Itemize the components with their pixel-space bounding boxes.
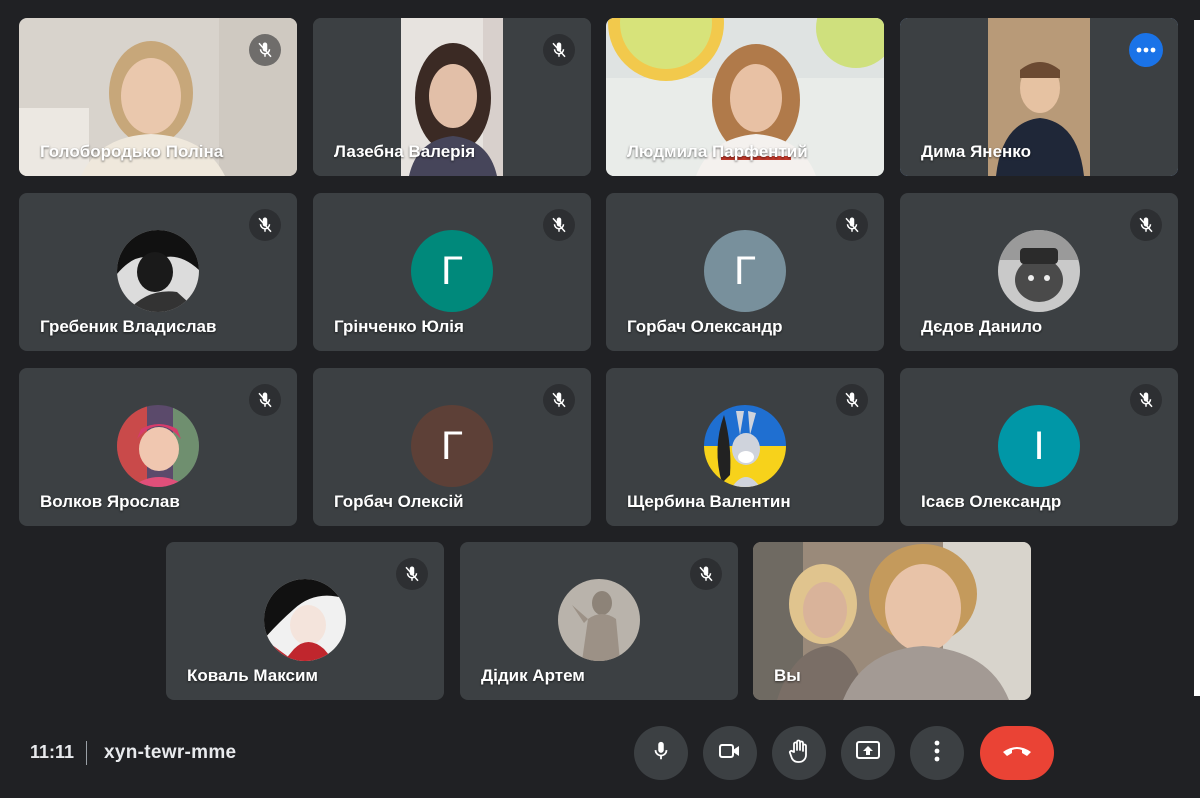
participant-name: Горбач Олександр xyxy=(627,317,783,336)
bottom-toolbar: 11:11 xyn-tewr-mme xyxy=(0,710,1200,798)
mic-muted-icon xyxy=(396,558,428,590)
participant-name: Горбач Олексій xyxy=(334,492,464,511)
participant-tile[interactable]: Лазебна Валерія xyxy=(313,18,591,176)
divider xyxy=(86,741,87,765)
mic-muted-icon xyxy=(836,384,868,416)
participant-name: Щербина Валентин xyxy=(627,492,791,511)
participant-name: Голобородько Поліна xyxy=(40,142,224,161)
microphone-button[interactable] xyxy=(634,726,688,780)
avatar xyxy=(117,405,199,487)
mic-muted-icon xyxy=(249,34,281,66)
participant-tile[interactable]: Г Горбач Олексій xyxy=(313,368,591,526)
avatar-initial: Г xyxy=(411,405,493,487)
participant-tile[interactable]: Людмила Парфентий xyxy=(606,18,884,176)
avatar-letter: Г xyxy=(734,248,756,293)
mic-muted-icon xyxy=(1130,384,1162,416)
participant-tile[interactable]: Г Горбач Олександр xyxy=(606,193,884,351)
avatar xyxy=(998,230,1080,312)
participant-tile[interactable]: Щербина Валентин xyxy=(606,368,884,526)
avatar xyxy=(558,579,640,661)
participant-tile[interactable]: Коваль Максим xyxy=(166,542,444,700)
participant-name: Дима Яненко xyxy=(921,142,1031,161)
raise-hand-icon xyxy=(787,738,811,769)
camera-icon xyxy=(718,740,742,767)
avatar xyxy=(704,405,786,487)
participant-name: Волков Ярослав xyxy=(40,492,180,511)
avatar-letter: І xyxy=(1033,423,1045,468)
scrollbar-edge xyxy=(1194,20,1200,696)
mic-muted-icon xyxy=(249,384,281,416)
avatar-initial: Г xyxy=(704,230,786,312)
meeting-code[interactable]: xyn-tewr-mme xyxy=(104,742,236,764)
present-screen-button[interactable] xyxy=(841,726,895,780)
participant-name: Дідик Артем xyxy=(481,666,585,685)
participant-name-self: Вы xyxy=(774,666,801,685)
participant-tile[interactable]: Дідик Артем xyxy=(460,542,738,700)
self-view-tile[interactable]: Вы xyxy=(753,542,1031,700)
camera-button[interactable] xyxy=(703,726,757,780)
avatar xyxy=(117,230,199,312)
avatar-initial: І xyxy=(998,405,1080,487)
avatar-letter: Г xyxy=(441,248,463,293)
mic-muted-icon xyxy=(690,558,722,590)
mic-muted-icon xyxy=(836,209,868,241)
participant-tile[interactable]: І Ісаєв Олександр xyxy=(900,368,1178,526)
avatar-initial: Г xyxy=(411,230,493,312)
participant-name: Коваль Максим xyxy=(187,666,319,685)
more-options-icon[interactable] xyxy=(1129,33,1163,67)
mic-muted-icon xyxy=(543,209,575,241)
microphone-icon xyxy=(650,740,672,767)
participant-name: Ісаєв Олександр xyxy=(921,492,1062,511)
participant-tile[interactable]: Г Грінченко Юлія xyxy=(313,193,591,351)
participant-tile[interactable]: Голобородько Поліна xyxy=(19,18,297,176)
participant-tile[interactable]: Волков Ярослав xyxy=(19,368,297,526)
participant-name: Гребеник Владислав xyxy=(40,317,217,336)
participant-tile[interactable]: Гребеник Владислав xyxy=(19,193,297,351)
mic-muted-icon xyxy=(1130,209,1162,241)
more-options-button[interactable] xyxy=(910,726,964,780)
avatar-letter: Г xyxy=(441,423,463,468)
participant-tile[interactable]: Дєдов Данило xyxy=(900,193,1178,351)
participant-name: Лазебна Валерія xyxy=(334,142,476,161)
participant-name: Грінченко Юлія xyxy=(334,317,464,336)
end-call-icon xyxy=(1001,744,1033,763)
mic-muted-icon xyxy=(543,34,575,66)
mic-muted-icon xyxy=(249,209,281,241)
mic-muted-icon xyxy=(543,384,575,416)
avatar xyxy=(264,579,346,661)
participant-name: Людмила Парфентий xyxy=(627,142,808,161)
present-screen-icon xyxy=(855,740,881,767)
raise-hand-button[interactable] xyxy=(772,726,826,780)
meeting-time: 11:11 xyxy=(30,742,75,762)
more-options-icon xyxy=(934,740,940,767)
participant-grid: Голобородько Поліна Лазебна Валерія Людм… xyxy=(0,0,1200,710)
participant-tile-active[interactable]: Дима Яненко xyxy=(900,18,1178,176)
participant-name: Дєдов Данило xyxy=(921,317,1043,336)
end-call-button[interactable] xyxy=(980,726,1054,780)
